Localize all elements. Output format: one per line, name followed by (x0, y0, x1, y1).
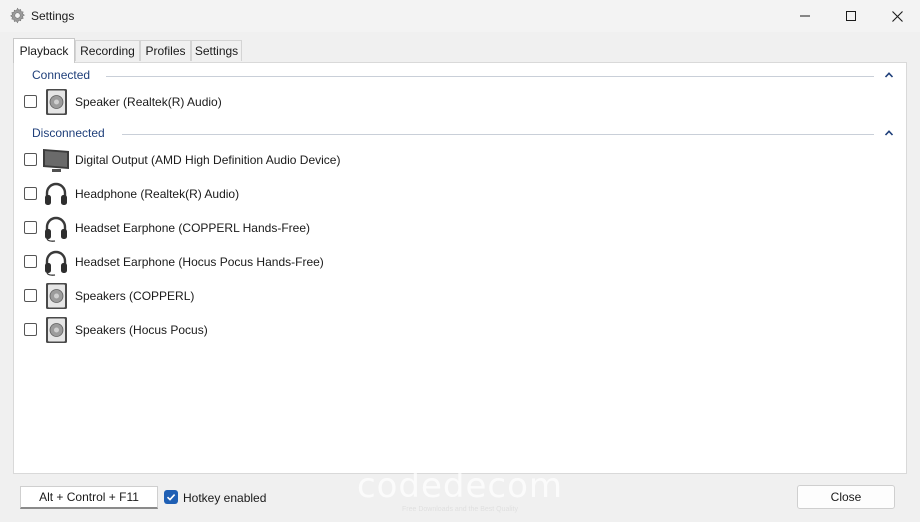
device-checkbox[interactable] (24, 221, 37, 234)
headphone-icon (45, 182, 67, 205)
device-row[interactable]: Speakers (Hocus Pocus) (24, 315, 824, 345)
device-checkbox[interactable] (24, 255, 37, 268)
device-row[interactable]: Headphone (Realtek(R) Audio) (24, 179, 824, 209)
device-label: Headphone (Realtek(R) Audio) (75, 187, 240, 201)
device-checkbox[interactable] (24, 323, 37, 336)
section-title-disconnected: Disconnected (32, 126, 111, 140)
section-header-disconnected[interactable]: Disconnected (32, 126, 896, 142)
section-divider (106, 76, 874, 77)
watermark: codedecom Free Downloads and the Best Qu… (346, 466, 574, 516)
device-label: Speakers (Hocus Pocus) (75, 323, 208, 337)
maximize-icon (846, 11, 856, 21)
gear-icon (10, 7, 25, 24)
close-window-button[interactable] (874, 0, 920, 32)
device-row[interactable]: Speakers (COPPERL) (24, 281, 824, 311)
watermark-subtext: Free Downloads and the Best Quality (402, 506, 518, 513)
device-row[interactable]: Speaker (Realtek(R) Audio) (24, 87, 824, 117)
device-checkbox[interactable] (24, 153, 37, 166)
tab-settings[interactable]: Settings (191, 40, 242, 61)
device-checkbox[interactable] (24, 289, 37, 302)
section-header-connected[interactable]: Connected (32, 68, 896, 84)
device-label: Headset Earphone (Hocus Pocus Hands-Free… (75, 255, 324, 269)
speaker-icon (46, 317, 67, 343)
monitor-icon (43, 149, 69, 172)
minimize-icon (800, 15, 810, 17)
headset-icon (45, 216, 67, 242)
close-button[interactable]: Close (797, 485, 895, 509)
tab-recording[interactable]: Recording (75, 40, 140, 61)
speaker-icon (46, 283, 67, 309)
speaker-icon (46, 89, 67, 115)
tab-playback[interactable]: Playback (13, 38, 75, 63)
section-title-connected: Connected (32, 68, 97, 82)
playback-panel: Connected Speaker (Realtek(R) Audio) Dis… (13, 62, 907, 474)
chevron-up-icon[interactable] (884, 70, 894, 80)
hotkey-enabled-checkbox[interactable] (164, 490, 178, 504)
device-checkbox[interactable] (24, 95, 37, 108)
minimize-button[interactable] (782, 0, 828, 32)
maximize-button[interactable] (828, 0, 874, 32)
device-row[interactable]: Headset Earphone (COPPERL Hands-Free) (24, 213, 824, 243)
device-label: Headset Earphone (COPPERL Hands-Free) (75, 221, 310, 235)
device-row[interactable]: Headset Earphone (Hocus Pocus Hands-Free… (24, 247, 824, 277)
section-divider (122, 134, 874, 135)
headset-icon (45, 250, 67, 276)
device-checkbox[interactable] (24, 187, 37, 200)
device-row[interactable]: Digital Output (AMD High Definition Audi… (24, 145, 824, 175)
close-icon (891, 10, 903, 22)
window-title: Settings (31, 9, 75, 23)
chevron-up-icon[interactable] (884, 128, 894, 138)
device-label: Speakers (COPPERL) (75, 289, 195, 303)
device-label: Digital Output (AMD High Definition Audi… (75, 153, 341, 167)
checkmark-icon (166, 494, 176, 501)
watermark-text: codedecom (356, 466, 564, 506)
title-bar: Settings (0, 0, 920, 32)
device-label: Speaker (Realtek(R) Audio) (75, 95, 222, 109)
tab-profiles[interactable]: Profiles (140, 40, 191, 61)
hotkey-enabled-label: Hotkey enabled (183, 491, 267, 505)
hotkey-input[interactable]: Alt + Control + F11 (20, 486, 158, 509)
